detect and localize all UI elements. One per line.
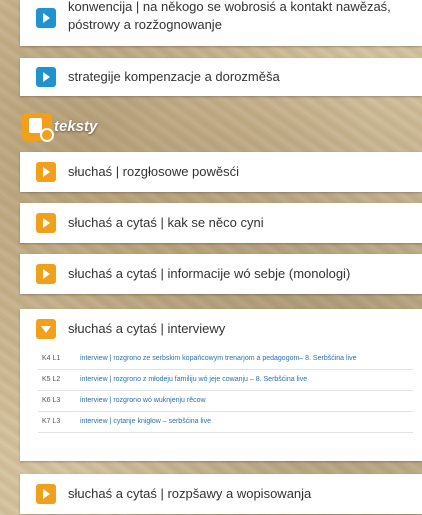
- row-code: K6 L3: [42, 397, 61, 404]
- item-label: słuchaś a cytaś | informacije wó sebje (…: [68, 266, 351, 281]
- play-icon: [43, 167, 50, 177]
- play-icon: [43, 72, 50, 82]
- table-row: K7 L3 interview | cytanje knigłow – serb…: [38, 412, 413, 433]
- item-label-line2: póstrowy a rozžognowanje: [68, 17, 222, 32]
- item-label-line1: konwencija | na někogo se wobrosiś a kon…: [68, 0, 391, 14]
- item-label: strategije kompenzacje a dorozměša: [68, 69, 280, 84]
- table-row: K5 L2 interview | rozgrono z młodeju fam…: [38, 370, 413, 391]
- row-code: K5 L2: [42, 376, 61, 383]
- texts-icon: [22, 113, 54, 142]
- list-item[interactable]: słuchaś | rozgłosowe powěsći: [20, 152, 422, 192]
- row-code: K7 L3: [42, 418, 61, 425]
- play-button[interactable]: [36, 484, 56, 504]
- row-link[interactable]: interview | cytanje knigłow – serbšćina …: [80, 412, 211, 432]
- item-label: słuchaś a cytaś | interviewy: [68, 321, 226, 336]
- list-item[interactable]: słuchaś a cytaś | rozpšawy a wopisowanja: [20, 474, 422, 514]
- resource-table: K4 L1 interview | rozgrono ze serbskim k…: [38, 349, 413, 433]
- chevron-down-icon: [41, 326, 51, 333]
- list-item[interactable]: konwencija | na někogo se wobrosiś a kon…: [20, 0, 422, 46]
- expanded-list-item[interactable]: słuchaś a cytaś | interviewy K4 L1 inter…: [20, 309, 422, 461]
- play-icon: [43, 269, 50, 279]
- row-code: K4 L1: [42, 355, 61, 362]
- play-icon: [43, 13, 50, 23]
- play-button[interactable]: [36, 67, 56, 87]
- play-button[interactable]: [36, 8, 56, 28]
- play-icon: [43, 489, 50, 499]
- row-link[interactable]: interview | rozgrono wó wuknjenju rěcow: [80, 391, 206, 411]
- table-row: K4 L1 interview | rozgrono ze serbskim k…: [38, 349, 413, 370]
- item-label: słuchaś a cytaś | kak se něco cyni: [68, 215, 264, 230]
- play-button[interactable]: [36, 213, 56, 233]
- list-item[interactable]: słuchaś a cytaś | kak se něco cyni: [20, 203, 422, 243]
- play-dot-icon: [40, 128, 54, 142]
- row-link[interactable]: interview | rozgrono z młodeju familiju …: [80, 370, 307, 390]
- list-item[interactable]: strategije kompenzacje a dorozměša: [20, 58, 422, 96]
- item-label: słuchaś | rozgłosowe powěsći: [68, 164, 240, 179]
- play-button[interactable]: [36, 162, 56, 182]
- row-link[interactable]: interview | rozgrono ze serbskim kopańco…: [80, 349, 357, 369]
- list-item[interactable]: słuchaś a cytaś | informacije wó sebje (…: [20, 254, 422, 294]
- play-icon: [43, 218, 50, 228]
- table-row: K6 L3 interview | rozgrono wó wuknjenju …: [38, 391, 413, 412]
- content-frame: konwencija | na někogo se wobrosiś a kon…: [12, 0, 422, 515]
- section-header-texts: teksty: [12, 108, 422, 146]
- section-title: teksty: [54, 118, 98, 135]
- item-label: słuchaś a cytaś | rozpšawy a wopisowanja: [68, 486, 312, 501]
- play-button[interactable]: [36, 264, 56, 284]
- collapse-button[interactable]: [36, 319, 56, 339]
